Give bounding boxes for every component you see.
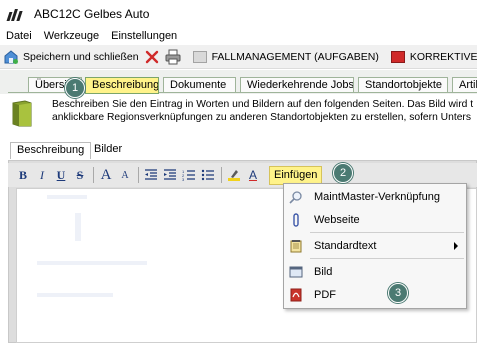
submenu-arrow-icon — [454, 242, 458, 250]
font-grow-button[interactable]: A — [97, 166, 115, 184]
save-close-icon — [3, 49, 19, 65]
image-icon — [288, 264, 304, 280]
notepad-icon — [288, 238, 304, 254]
tab-standortobjekte[interactable]: Standortobjekte — [358, 77, 448, 93]
callout-badge-1: 1 — [65, 78, 85, 98]
editor-subtabs: Beschreibung Bilder — [0, 140, 477, 160]
highlighter-icon — [228, 170, 240, 181]
fallmanagement-color-icon — [192, 50, 207, 63]
indent-button[interactable] — [161, 166, 179, 184]
menu-item-maintmaster-link[interactable]: MaintMaster-Verknüpfung — [284, 186, 466, 208]
numbered-list-button[interactable]: 123 — [180, 166, 198, 184]
insert-dropdown-menu: MaintMaster-Verknüpfung Webseite Standar… — [283, 183, 467, 309]
faint-content — [37, 261, 147, 265]
menu-item-pdf[interactable]: PDF — [284, 284, 466, 306]
printer-icon — [165, 49, 181, 65]
faint-content — [37, 293, 113, 297]
menu-einstellungen[interactable]: Einstellungen — [105, 30, 183, 42]
tab-artikel[interactable]: Artik — [452, 77, 477, 93]
menu-item-label: Webseite — [314, 214, 360, 226]
title-bar: ABC12C Gelbes Auto — [0, 0, 477, 27]
bullet-list-icon — [201, 169, 214, 181]
menu-werkzeuge[interactable]: Werkzeuge — [38, 30, 105, 42]
menu-item-webseite[interactable]: Webseite — [284, 209, 466, 231]
font-shrink-button[interactable]: A — [116, 166, 134, 184]
svg-text:3: 3 — [182, 177, 185, 182]
menu-datei[interactable]: Datei — [0, 30, 38, 42]
menu-item-label: MaintMaster-Verknüpfung — [314, 191, 440, 203]
delete-button[interactable] — [142, 46, 162, 68]
print-button[interactable] — [162, 46, 184, 68]
menu-item-label: Bild — [314, 266, 333, 278]
indent-icon — [164, 169, 176, 180]
subtab-bilder[interactable]: Bilder — [88, 142, 128, 159]
delete-icon — [145, 49, 159, 65]
callout-badge-3: 3 — [388, 283, 408, 303]
tab-wiederkehrende-jobs[interactable]: Wiederkehrende Jobs — [240, 77, 354, 93]
pdf-icon — [288, 287, 304, 303]
insert-dropdown-button[interactable]: Einfügen — [269, 165, 323, 185]
fallmanagement-label: FALLMANAGEMENT (AUFGABEN) — [211, 50, 379, 63]
main-toolbar: Speichern und schließen FALLMANAGEMENT (… — [0, 45, 477, 69]
info-line-1: Beschreiben Sie den Eintrag in Worten un… — [52, 99, 474, 110]
numbered-list-icon: 123 — [182, 169, 195, 182]
menu-separator — [310, 232, 464, 233]
italic-button[interactable]: I — [33, 166, 51, 184]
link-icon — [288, 212, 304, 228]
info-panel: Beschreiben Sie den Eintrag in Worten un… — [0, 94, 477, 134]
tab-dokumente[interactable]: Dokumente — [163, 77, 236, 93]
menu-item-standardtext[interactable]: Standardtext — [284, 235, 466, 257]
window-title: ABC12C Gelbes Auto — [34, 6, 150, 21]
save-close-label: Speichern und schließen — [23, 50, 139, 63]
format-divider — [221, 167, 222, 183]
korrektive-color-icon — [390, 50, 405, 63]
save-close-button[interactable]: Speichern und schließen — [0, 46, 142, 68]
bullet-list-button[interactable] — [199, 166, 217, 184]
callout-badge-2: 2 — [333, 163, 353, 183]
menu-bar: Datei Werkzeuge Einstellungen — [0, 27, 477, 45]
korrektive-button[interactable]: KORREKTIVE INSTAN — [388, 46, 477, 68]
faint-content — [47, 195, 87, 199]
menu-item-label: PDF — [314, 289, 336, 301]
bold-button[interactable]: B — [14, 166, 32, 184]
magnifier-icon — [288, 189, 304, 205]
subtab-beschreibung[interactable]: Beschreibung — [10, 142, 92, 159]
outdent-button[interactable] — [142, 166, 160, 184]
tab-beschreibung[interactable]: Beschreibung — [85, 77, 159, 94]
menu-separator — [310, 258, 464, 259]
korrektive-label: KORREKTIVE INSTAN — [409, 50, 477, 63]
highlight-button[interactable] — [225, 166, 243, 184]
info-line-2: anklickbare Regionsverknüpfungen zu ande… — [52, 112, 471, 123]
fallmanagement-button[interactable]: FALLMANAGEMENT (AUFGABEN) — [190, 46, 382, 68]
menu-item-label: Standardtext — [314, 240, 377, 252]
menu-item-bild[interactable]: Bild — [284, 261, 466, 283]
font-color-button[interactable]: A — [244, 166, 262, 184]
underline-button[interactable]: U — [52, 166, 70, 184]
format-divider — [138, 167, 139, 183]
format-divider — [93, 167, 94, 183]
book-icon — [12, 100, 32, 127]
faint-content — [75, 213, 81, 241]
info-description: Beschreiben Sie den Eintrag in Worten un… — [52, 98, 477, 124]
app-logo-icon — [6, 7, 26, 21]
outdent-icon — [145, 169, 157, 180]
strikethrough-button[interactable]: S — [71, 166, 89, 184]
